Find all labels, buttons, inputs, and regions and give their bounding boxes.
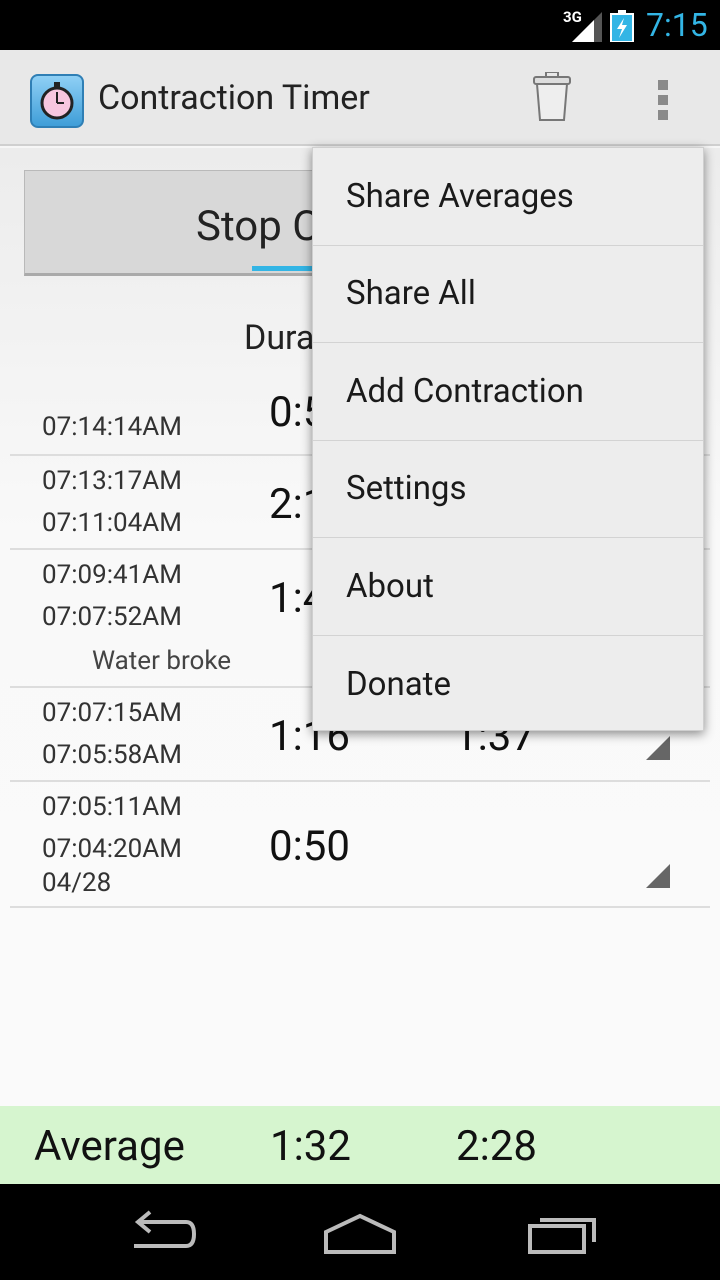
app-title: Contraction Timer [98,78,370,118]
trash-icon[interactable] [532,72,572,122]
average-interval: 2:28 [456,1122,537,1171]
menu-item-share-averages[interactable]: Share Averages [313,148,703,246]
menu-item-settings[interactable]: Settings [313,441,703,538]
action-bar: Contraction Timer [0,50,720,146]
end-time: 07:05:58AM [42,740,182,770]
date-label: 04/28 [42,868,112,898]
expand-triangle-icon[interactable] [646,864,670,888]
menu-item-add-contraction[interactable]: Add Contraction [313,343,703,441]
average-bar: Average 1:32 2:28 [0,1106,720,1184]
overflow-menu-icon[interactable] [656,80,670,120]
end-time: 07:14:14AM [42,412,182,442]
stop-contraction-label: Stop C [196,202,320,251]
battery-icon [610,10,634,42]
menu-item-donate[interactable]: Donate [313,636,703,734]
menu-item-about[interactable]: About [313,538,703,636]
home-icon[interactable] [320,1208,400,1256]
list-item[interactable]: 07:05:11AM 07:04:20AM 04/28 0:50 [10,782,710,908]
expand-triangle-icon[interactable] [646,736,670,760]
duration-header: Dura [244,318,315,358]
back-icon[interactable] [120,1208,200,1256]
recents-icon[interactable] [522,1208,602,1256]
average-label: Average [34,1122,185,1171]
clock: 7:15 [646,6,708,44]
start-time: 07:09:41AM [42,560,182,590]
signal-icon [572,12,602,42]
navigation-bar [0,1184,720,1280]
start-time: 07:05:11AM [42,792,182,822]
stopwatch-app-icon[interactable] [30,74,84,128]
end-time: 07:07:52AM [42,602,182,632]
button-accent-line [252,266,316,271]
overflow-menu: Share Averages Share All Add Contraction… [312,147,704,731]
average-duration: 1:32 [270,1122,351,1171]
menu-item-share-all[interactable]: Share All [313,246,703,343]
end-time: 07:11:04AM [42,508,182,538]
start-time: 07:07:15AM [42,698,182,728]
status-bar: 3G 7:15 [0,0,720,50]
contraction-note: Water broke [92,646,232,676]
start-time: 07:13:17AM [42,466,182,496]
end-time: 07:04:20AM [42,834,182,864]
duration: 0:50 [269,822,350,871]
